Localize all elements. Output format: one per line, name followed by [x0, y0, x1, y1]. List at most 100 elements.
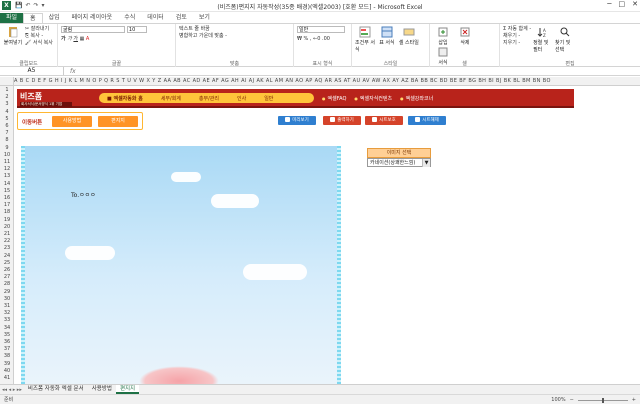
- close-icon[interactable]: ✕: [632, 0, 638, 8]
- nav-general-affairs[interactable]: 총무/관리: [190, 95, 228, 102]
- row-number[interactable]: 5: [0, 116, 14, 122]
- row-number[interactable]: 16: [0, 195, 14, 201]
- find-select-button[interactable]: 찾기 및 선택: [555, 26, 575, 53]
- usage-button[interactable]: 사용방법: [52, 116, 92, 127]
- sheet-tab-usage[interactable]: 사용방법: [88, 385, 116, 394]
- save-icon[interactable]: 💾: [15, 2, 22, 9]
- tab-page-layout[interactable]: 페이지 레이아웃: [66, 13, 119, 23]
- row-number[interactable]: 22: [0, 238, 14, 244]
- name-box[interactable]: A5: [0, 67, 64, 75]
- number-buttons[interactable]: ₩ % , ←0 .00: [297, 36, 348, 43]
- row-number[interactable]: 10: [0, 152, 14, 158]
- row-number[interactable]: 2: [0, 94, 14, 100]
- chevron-down-icon[interactable]: ▼: [422, 159, 430, 167]
- row-number[interactable]: 28: [0, 281, 14, 287]
- row-number[interactable]: 21: [0, 231, 14, 237]
- row-number[interactable]: 26: [0, 267, 14, 273]
- protect-sheet-button[interactable]: 시트보호: [365, 116, 403, 125]
- formula-input[interactable]: [80, 67, 640, 75]
- zoom-in-icon[interactable]: +: [632, 397, 636, 403]
- undo-icon[interactable]: ↶: [25, 2, 30, 9]
- bizform-logo[interactable]: 비즈폼 회사서식/문서양식 1위 기업: [20, 91, 72, 107]
- letter-canvas[interactable]: [21, 146, 341, 384]
- row-number[interactable]: 33: [0, 317, 14, 323]
- image-select-dropdown[interactable]: 카네이션(상쾌한느낌) ▼: [367, 158, 431, 167]
- tab-file[interactable]: 파일: [0, 13, 24, 23]
- letter-button[interactable]: 편지지: [98, 116, 138, 127]
- row-number[interactable]: 30: [0, 296, 14, 302]
- row-number[interactable]: 3: [0, 101, 14, 107]
- letter-recipient[interactable]: To.ㅇㅇㅇ: [71, 190, 96, 199]
- insert-cells-button[interactable]: 삽입: [433, 26, 453, 46]
- paste-button[interactable]: 붙여넣기: [3, 26, 23, 46]
- row-number[interactable]: 31: [0, 303, 14, 309]
- delete-cells-button[interactable]: 삭제: [455, 26, 475, 46]
- font-style-buttons[interactable]: 가 가 가 ▦ A: [61, 36, 172, 43]
- wrap-text-button[interactable]: 텍스트 줄 바꿈: [179, 26, 290, 33]
- row-number[interactable]: 41: [0, 375, 14, 381]
- nav-hr[interactable]: 인사: [228, 95, 255, 102]
- row-number[interactable]: 35: [0, 332, 14, 338]
- row-number[interactable]: 6: [0, 123, 14, 129]
- row-number[interactable]: 19: [0, 217, 14, 223]
- redo-icon[interactable]: ↷: [34, 2, 39, 9]
- tab-view[interactable]: 보기: [193, 13, 216, 23]
- row-number[interactable]: 1: [0, 87, 14, 93]
- clear-button[interactable]: 지우기 -: [503, 40, 531, 47]
- row-number[interactable]: 23: [0, 245, 14, 251]
- row-number[interactable]: 14: [0, 181, 14, 187]
- number-format-select[interactable]: 일반: [297, 26, 345, 33]
- row-number[interactable]: 12: [0, 166, 14, 172]
- row-number[interactable]: 39: [0, 361, 14, 367]
- sheet-tab-letter[interactable]: 편지지: [115, 385, 140, 394]
- tab-home[interactable]: 홈: [23, 13, 43, 23]
- tab-insert[interactable]: 삽입: [43, 13, 66, 23]
- minimize-icon[interactable]: ─: [607, 0, 611, 8]
- fx-icon[interactable]: fx: [70, 68, 76, 75]
- tab-review[interactable]: 검토: [170, 13, 193, 23]
- row-number[interactable]: 15: [0, 188, 14, 194]
- row-number[interactable]: 32: [0, 310, 14, 316]
- row-headers[interactable]: 1 2 3 4 5 6 7 8 9 10 11 12 13 14 15 16 17 18 19 20 21 22 23 24 2…: [0, 86, 14, 384]
- row-number[interactable]: 40: [0, 368, 14, 374]
- qat-menu-icon[interactable]: ▾: [42, 2, 45, 9]
- sheet-scroll-icon[interactable]: ◂◂ ◂ ▸ ▸▸: [0, 387, 24, 393]
- row-number[interactable]: 24: [0, 253, 14, 259]
- format-painter-button[interactable]: 🖌 서식 복사: [25, 40, 53, 47]
- zoom-slider[interactable]: [577, 397, 628, 403]
- zoom-thumb[interactable]: [601, 397, 604, 403]
- format-table-button[interactable]: 표 서식: [377, 26, 397, 46]
- link-excel-faq[interactable]: 엑셀FAQ: [322, 95, 347, 102]
- link-excel-contents[interactable]: 엑셀자식컨텐츠: [354, 95, 392, 102]
- fill-button[interactable]: 채우기 -: [503, 33, 531, 40]
- row-number[interactable]: 13: [0, 173, 14, 179]
- row-number[interactable]: 29: [0, 289, 14, 295]
- conditional-format-button[interactable]: 조건부 서식: [355, 26, 375, 53]
- nav-general[interactable]: 일반: [255, 95, 282, 102]
- merge-center-button[interactable]: 병합하고 가운데 맞춤 -: [179, 33, 290, 40]
- row-number[interactable]: 20: [0, 224, 14, 230]
- row-number[interactable]: 8: [0, 137, 14, 143]
- row-number[interactable]: 9: [0, 145, 14, 151]
- row-number[interactable]: 25: [0, 260, 14, 266]
- tab-data[interactable]: 데이터: [141, 13, 170, 23]
- cut-button[interactable]: ✂ 잘라내기: [25, 26, 53, 33]
- row-number[interactable]: 18: [0, 209, 14, 215]
- print-button[interactable]: 출력하기: [323, 116, 361, 125]
- sort-filter-button[interactable]: A Z 정렬 및 필터: [533, 26, 553, 53]
- row-number[interactable]: 7: [0, 130, 14, 136]
- row-number[interactable]: 38: [0, 353, 14, 359]
- nav-excel-home[interactable]: ■ 엑셀자동화 홈: [99, 95, 152, 102]
- tab-formulas[interactable]: 수식: [118, 13, 141, 23]
- row-number[interactable]: 36: [0, 339, 14, 345]
- row-number[interactable]: 4: [0, 109, 14, 115]
- font-size-select[interactable]: 10: [126, 26, 147, 33]
- zoom-out-icon[interactable]: −: [570, 397, 574, 403]
- nav-tax-accounting[interactable]: 세무/회계: [152, 95, 190, 102]
- sheet-tab-bizform[interactable]: 비즈폼 자동화 엑셀 문서: [24, 385, 88, 394]
- copy-button[interactable]: ⎘ 복사 -: [25, 33, 53, 40]
- column-headers[interactable]: A B C D E F G H I J K L M N O P Q R S T …: [14, 77, 640, 86]
- select-all-corner[interactable]: [0, 77, 14, 86]
- worksheet[interactable]: 비즈폼 회사서식/문서양식 1위 기업 ■ 엑셀자동화 홈 세무/회계 총무/관…: [14, 86, 640, 384]
- cell-styles-button[interactable]: 셀 스타일: [399, 26, 419, 46]
